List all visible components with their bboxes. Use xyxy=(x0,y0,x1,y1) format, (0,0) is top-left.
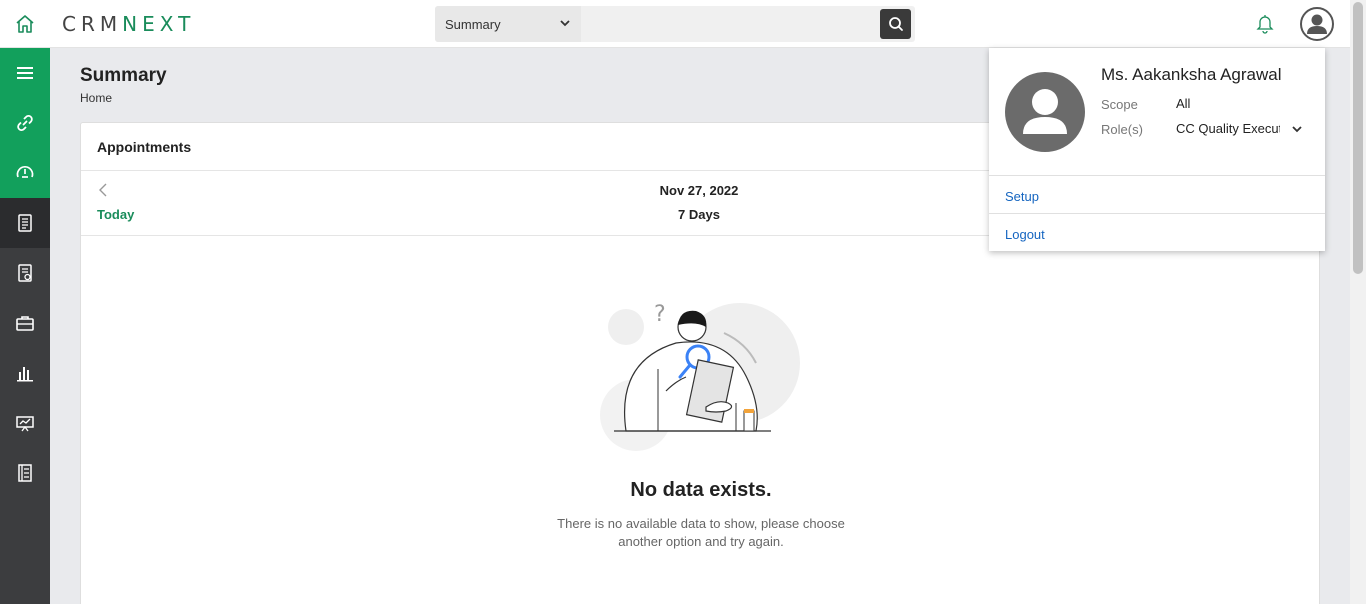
current-date: Nov 27, 2022 xyxy=(659,183,739,198)
report-icon xyxy=(18,264,32,282)
roles-label: Role(s) xyxy=(1101,122,1143,137)
sidebar xyxy=(0,48,50,604)
logout-link[interactable]: Logout xyxy=(1005,227,1045,242)
chevron-left-icon xyxy=(99,183,107,197)
today-button[interactable]: Today xyxy=(97,207,134,222)
sidebar-item-links[interactable] xyxy=(0,98,50,148)
notifications-button[interactable] xyxy=(1254,12,1276,39)
ledger-icon xyxy=(18,464,32,482)
search-icon xyxy=(888,17,903,31)
profile-name: Ms. Aakanksha Agrawal xyxy=(1101,65,1282,84)
avatar-icon xyxy=(1300,7,1334,41)
divider xyxy=(989,213,1325,214)
sidebar-item-dashboard[interactable] xyxy=(0,148,50,198)
sidebar-item-campaigns[interactable] xyxy=(0,398,50,448)
sidebar-item-cases[interactable] xyxy=(0,298,50,348)
scope-value: All xyxy=(1176,96,1191,111)
appointments-title: Appointments xyxy=(97,139,192,155)
no-data-illustration: ? xyxy=(600,302,800,451)
global-search: Summary xyxy=(435,6,915,42)
setup-link[interactable]: Setup xyxy=(1005,189,1039,204)
bar-chart-icon xyxy=(17,367,33,382)
app-logo[interactable]: CRMNEXT xyxy=(62,12,195,36)
roles-select[interactable]: CC Quality Execut xyxy=(1176,121,1280,136)
empty-state-title: No data exists. xyxy=(630,479,772,501)
document-icon xyxy=(18,214,32,232)
previous-period-button[interactable] xyxy=(97,183,109,202)
top-bar: CRMNEXT Summary xyxy=(0,0,1350,48)
search-button[interactable] xyxy=(880,9,911,39)
breadcrumb[interactable]: Home xyxy=(80,91,112,105)
svg-text:?: ? xyxy=(654,302,666,327)
divider xyxy=(989,175,1325,176)
search-input[interactable] xyxy=(581,6,877,42)
page-scrollbar[interactable] xyxy=(1350,0,1366,604)
chevron-down-icon[interactable] xyxy=(1291,123,1303,135)
presentation-icon xyxy=(16,416,34,432)
profile-avatar-icon xyxy=(1005,72,1085,152)
sidebar-item-ledger[interactable] xyxy=(0,448,50,498)
scrollbar-thumb[interactable] xyxy=(1353,2,1363,274)
sidebar-item-reports[interactable] xyxy=(0,248,50,298)
link-icon xyxy=(17,115,33,131)
home-icon xyxy=(16,15,34,33)
briefcase-icon xyxy=(16,316,34,331)
search-module-select[interactable]: Summary xyxy=(435,6,581,42)
search-module-value: Summary xyxy=(445,16,501,32)
user-avatar-button[interactable] xyxy=(1300,7,1334,41)
scope-label: Scope xyxy=(1101,97,1138,112)
page-title: Summary xyxy=(80,65,167,86)
sidebar-item-menu[interactable] xyxy=(0,48,50,98)
profile-dropdown: Ms. Aakanksha Agrawal Scope All Role(s) … xyxy=(989,48,1325,251)
sidebar-item-analytics[interactable] xyxy=(0,348,50,398)
menu-icon xyxy=(17,67,33,79)
logo-prefix: CRM xyxy=(62,12,123,36)
dashboard-clock-icon xyxy=(16,166,34,178)
home-button[interactable] xyxy=(0,0,50,48)
sidebar-item-summary[interactable] xyxy=(0,198,50,248)
logo-suffix: NEXT xyxy=(122,12,196,36)
date-range[interactable]: 7 Days xyxy=(641,207,757,222)
chevron-down-icon xyxy=(560,20,570,27)
bell-icon xyxy=(1256,15,1274,34)
empty-state-description: There is no available data to show, plea… xyxy=(557,516,845,549)
